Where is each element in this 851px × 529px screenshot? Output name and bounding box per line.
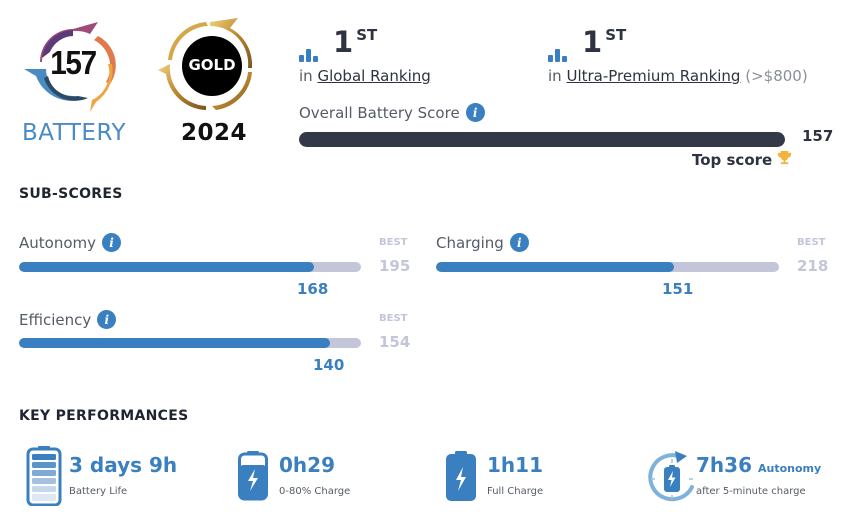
global-ranking-link[interactable]: Global Ranking [317,67,430,85]
ultra-premium-ranking-link[interactable]: Ultra-Premium Ranking [566,67,740,85]
global-ranking: 1 ST [299,24,377,62]
efficiency-bar [19,338,361,348]
best-label: BEST [379,237,408,248]
key-performances-title: KEY PERFORMANCES [19,408,189,424]
best-label: BEST [379,313,408,324]
ranking-bars-icon [548,48,570,62]
quick-charge-autonomy-value: 7h36 [696,453,752,477]
battery-life-value: 3 days 9h [69,453,178,477]
autonomy-value: 168 [297,280,329,298]
rank-suffix: ST [605,26,627,44]
full-charge-label: Full Charge [487,486,544,497]
gold-label: GOLD [188,56,236,74]
charging-bar-fill [436,262,674,272]
efficiency-label: Efficiency [19,310,92,329]
ultra-premium-ranking-caption: in Ultra-Premium Ranking (>$800) [548,67,808,85]
overall-score-fill [299,132,785,147]
overall-score-heading: Overall Battery Score i [299,103,485,122]
price-range-note: (>$800) [745,67,808,85]
autonomy-best-value: 195 [379,257,411,275]
top-score-indicator: Top score [692,150,792,169]
battery-life-label: Battery Life [69,486,128,497]
quick-charge-cycle-icon [647,449,697,508]
overall-score-value: 157 [802,127,834,145]
top-score-label: Top score [692,150,773,169]
info-icon[interactable]: i [102,233,121,252]
ranking-bars-icon [299,48,321,62]
gold-award-badge: GOLD [156,14,264,114]
global-ranking-caption: in Global Ranking [299,67,431,85]
ranking-prefix: in [548,67,562,85]
charging-bar [436,262,779,272]
rank-suffix: ST [356,26,378,44]
overall-score-bar [299,132,785,147]
info-icon[interactable]: i [465,103,485,122]
charging-value: 151 [662,280,694,298]
quick-charge-label: after 5-minute charge [696,486,806,497]
info-icon[interactable]: i [97,310,117,329]
trophy-icon [777,150,792,169]
award-year: 2024 [180,120,247,146]
charging-best-value: 218 [797,257,829,275]
efficiency-best-value: 154 [379,333,411,351]
rank-number: 1 [333,25,354,59]
full-charge-value: 1h11 [487,453,543,477]
autonomy-label: Autonomy [19,233,96,252]
quick-charge-value-row: 7h36 Autonomy [696,453,821,477]
battery-life-icon [26,446,62,510]
charge-80-value: 0h29 [279,453,335,477]
efficiency-bar-fill [19,338,330,348]
efficiency-label-row: Efficiency i [19,310,117,329]
autonomy-label-row: Autonomy i [19,233,121,252]
charging-label-row: Charging i [436,233,529,252]
quick-charge-autonomy-unit: Autonomy [758,462,822,475]
best-label: BEST [797,237,826,248]
rank-number: 1 [582,25,603,59]
battery-label: BATTERY [21,120,126,146]
charging-battery-icon [238,451,268,505]
efficiency-value: 140 [313,356,345,374]
ultra-premium-ranking: 1 ST [548,24,626,62]
battery-score-value: 157 [50,44,97,81]
full-charge-icon [446,451,476,505]
battery-score-badge: 157 [18,14,128,114]
charge-80-label: 0-80% Charge [279,486,351,497]
charging-label: Charging [436,233,504,252]
overall-score-label: Overall Battery Score [299,103,460,122]
info-icon[interactable]: i [509,233,529,252]
ranking-prefix: in [299,67,313,85]
subscores-title: SUB-SCORES [19,186,123,202]
autonomy-bar [19,262,361,272]
autonomy-bar-fill [19,262,314,272]
